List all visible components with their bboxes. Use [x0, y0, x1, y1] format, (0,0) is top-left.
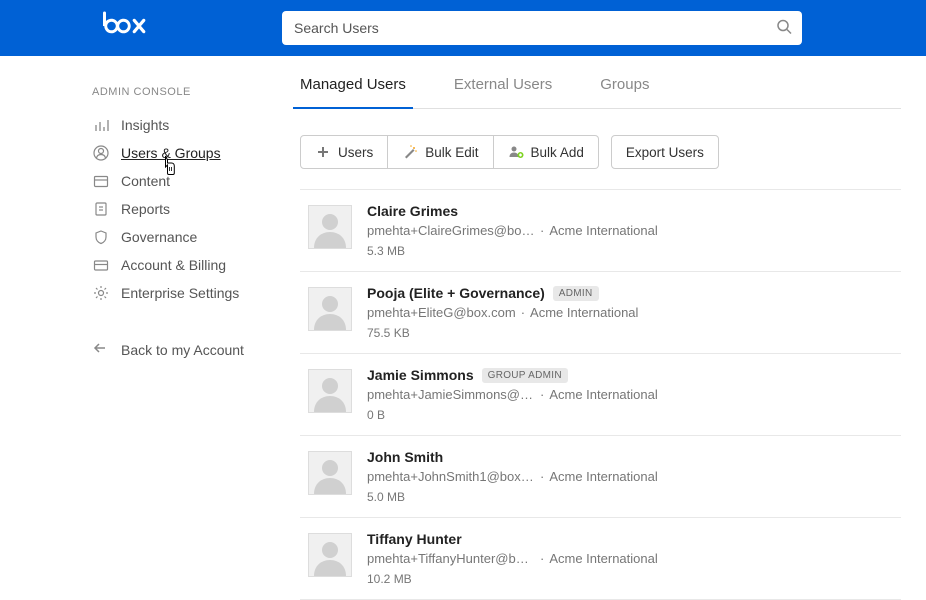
- user-info: Jamie Simmons GROUP ADMIN pmehta+JamieSimm…: [367, 367, 901, 422]
- search-container: [282, 11, 802, 45]
- tab-groups[interactable]: Groups: [600, 76, 649, 108]
- gear-icon: [92, 284, 110, 302]
- user-storage-size: 5.0 MB: [367, 490, 901, 504]
- user-name: Jamie Simmons: [367, 367, 474, 383]
- user-email: pmehta+TiffanyHunter@box.com: [367, 551, 535, 566]
- card-icon: [92, 256, 110, 274]
- user-list: Claire Grimes pmehta+ClaireGrimes@box.com…: [300, 189, 901, 600]
- separator-icon: ·: [540, 551, 544, 566]
- user-email: pmehta+JohnSmith1@box.com: [367, 469, 535, 484]
- user-meta: pmehta+EliteG@box.com · Acme International: [367, 305, 901, 320]
- user-info: Claire Grimes pmehta+ClaireGrimes@box.com…: [367, 203, 901, 258]
- user-meta: pmehta+TiffanyHunter@box.com · Acme Intern…: [367, 551, 901, 566]
- user-storage-size: 0 B: [367, 408, 901, 422]
- user-email: pmehta+JamieSimmons@box.com: [367, 387, 535, 402]
- box-logo[interactable]: [100, 11, 152, 46]
- user-email: pmehta+EliteG@box.com: [367, 305, 516, 320]
- sidebar-item-label: Account & Billing: [121, 257, 226, 273]
- user-name: Claire Grimes: [367, 203, 458, 219]
- sidebar-item-users-groups[interactable]: Users & Groups: [92, 144, 275, 162]
- sidebar-item-label: Users & Groups: [121, 145, 221, 161]
- user-row[interactable]: Jamie Simmons GROUP ADMIN pmehta+JamieSimm…: [300, 354, 901, 436]
- sidebar-item-governance[interactable]: Governance: [92, 228, 275, 246]
- user-info: Pooja (Elite + Governance) ADMIN pmehta+El…: [367, 285, 901, 340]
- sidebar-item-label: Reports: [121, 201, 170, 217]
- separator-icon: ·: [521, 305, 525, 320]
- add-users-button[interactable]: Users: [300, 135, 388, 169]
- user-storage-size: 10.2 MB: [367, 572, 901, 586]
- user-info: John Smith pmehta+JohnSmith1@box.com · Acme…: [367, 449, 901, 504]
- search-icon[interactable]: [776, 19, 792, 38]
- avatar: [308, 287, 352, 331]
- user-email: pmehta+ClaireGrimes@box.com: [367, 223, 535, 238]
- button-label: Export Users: [626, 145, 704, 160]
- chart-icon: [92, 116, 110, 134]
- user-name: Tiffany Hunter: [367, 531, 462, 547]
- user-name: John Smith: [367, 449, 443, 465]
- user-row[interactable]: John Smith pmehta+JohnSmith1@box.com · Acme…: [300, 436, 901, 518]
- user-storage-size: 5.3 MB: [367, 244, 901, 258]
- back-label: Back to my Account: [121, 342, 244, 358]
- user-row[interactable]: Tiffany Hunter pmehta+TiffanyHunter@box.c…: [300, 518, 901, 600]
- users-add-icon: [508, 144, 524, 160]
- toolbar: Users Bulk Edit: [300, 109, 901, 189]
- user-meta: pmehta+JamieSimmons@box.com · Acme Interna…: [367, 387, 901, 402]
- sidebar-item-label: Insights: [121, 117, 169, 133]
- user-role-badge: GROUP ADMIN: [482, 368, 568, 383]
- search-input[interactable]: [282, 11, 802, 45]
- separator-icon: ·: [540, 387, 544, 402]
- export-users-button[interactable]: Export Users: [611, 135, 719, 169]
- document-icon: [92, 200, 110, 218]
- sidebar-item-account-billing[interactable]: Account & Billing: [92, 256, 275, 274]
- button-label: Bulk Edit: [425, 145, 478, 160]
- avatar: [308, 451, 352, 495]
- user-company: Acme International: [549, 387, 657, 402]
- sidebar-item-insights[interactable]: Insights: [92, 116, 275, 134]
- arrow-left-icon: [92, 340, 110, 359]
- user-name: Pooja (Elite + Governance): [367, 285, 545, 301]
- tab-external-users[interactable]: External Users: [454, 76, 552, 108]
- sidebar-item-reports[interactable]: Reports: [92, 200, 275, 218]
- sidebar-item-label: Governance: [121, 229, 197, 245]
- user-company: Acme International: [530, 305, 638, 320]
- separator-icon: ·: [540, 469, 544, 484]
- user-row[interactable]: Pooja (Elite + Governance) ADMIN pmehta+El…: [300, 272, 901, 354]
- sidebar: ADMIN CONSOLE Insights Users & Groups: [0, 56, 275, 600]
- avatar: [308, 533, 352, 577]
- folder-icon: [92, 172, 110, 190]
- separator-icon: ·: [540, 223, 544, 238]
- bulk-edit-button[interactable]: Bulk Edit: [388, 135, 493, 169]
- user-company: Acme International: [549, 551, 657, 566]
- sidebar-title: ADMIN CONSOLE: [92, 86, 275, 98]
- sidebar-item-label: Enterprise Settings: [121, 285, 239, 301]
- back-to-account[interactable]: Back to my Account: [92, 340, 275, 359]
- sidebar-item-label: Content: [121, 173, 170, 189]
- tabs: Managed Users External Users Groups: [300, 56, 901, 109]
- user-role-badge: ADMIN: [553, 286, 599, 301]
- main-content: Managed Users External Users Groups User…: [275, 56, 926, 600]
- user-storage-size: 75.5 KB: [367, 326, 901, 340]
- avatar: [308, 369, 352, 413]
- user-meta: pmehta+JohnSmith1@box.com · Acme Internati…: [367, 469, 901, 484]
- sidebar-item-enterprise-settings[interactable]: Enterprise Settings: [92, 284, 275, 302]
- bulk-add-button[interactable]: Bulk Add: [494, 135, 599, 169]
- shield-icon: [92, 228, 110, 246]
- button-label: Bulk Add: [531, 145, 584, 160]
- plus-icon: [315, 144, 331, 160]
- sidebar-item-content[interactable]: Content: [92, 172, 275, 190]
- user-company: Acme International: [549, 223, 657, 238]
- user-icon: [92, 144, 110, 162]
- topbar: [0, 0, 926, 56]
- user-info: Tiffany Hunter pmehta+TiffanyHunter@box.c…: [367, 531, 901, 586]
- avatar: [308, 205, 352, 249]
- button-label: Users: [338, 145, 373, 160]
- tab-managed-users[interactable]: Managed Users: [300, 76, 406, 108]
- user-row[interactable]: Claire Grimes pmehta+ClaireGrimes@box.com…: [300, 190, 901, 272]
- wand-orange-icon: [402, 144, 418, 160]
- user-company: Acme International: [549, 469, 657, 484]
- user-meta: pmehta+ClaireGrimes@box.com · Acme Interna…: [367, 223, 901, 238]
